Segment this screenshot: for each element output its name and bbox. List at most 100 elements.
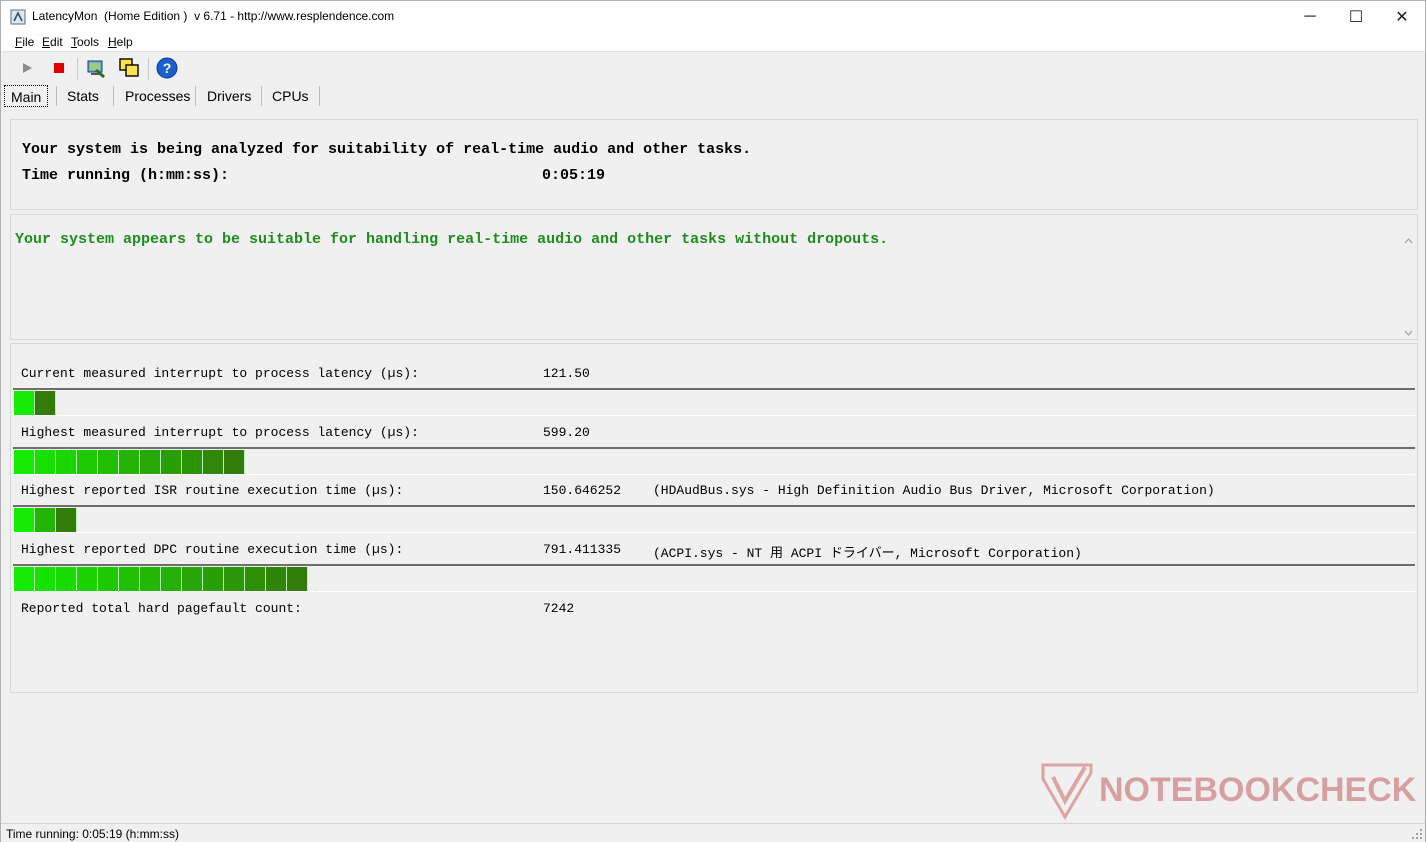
time-running-label: Time running (h:mm:ss):: [22, 167, 230, 184]
dpc-time-value: 791.411335: [543, 542, 622, 557]
highest-latency-label: Highest measured interrupt to process la…: [21, 425, 419, 440]
dpc-time-bar: [13, 564, 1415, 592]
current-latency-value: 121.50: [543, 366, 590, 381]
status-bar: Time running: 0:05:19 (h:mm:ss): [1, 823, 1425, 842]
minimize-button[interactable]: ─: [1287, 1, 1333, 32]
bar-segment: [203, 450, 224, 474]
stop-icon: [54, 63, 64, 73]
analysis-message: Your system is being analyzed for suitab…: [22, 141, 752, 158]
analysis-panel: Your system is being analyzed for suitab…: [10, 119, 1418, 210]
bar-segment: [140, 567, 161, 591]
maximize-button[interactable]: ☐: [1333, 1, 1379, 32]
close-button[interactable]: ✕: [1379, 1, 1425, 32]
bar-segment: [224, 450, 245, 474]
pagefault-value: 7242: [543, 601, 575, 616]
tab-drivers[interactable]: Drivers: [201, 85, 257, 107]
bar-fill: [14, 450, 245, 474]
bar-segment: [266, 567, 287, 591]
bar-segment: [56, 508, 77, 532]
scrollbar-arrows: [1404, 238, 1413, 336]
bar-segment: [77, 450, 98, 474]
status-text: Time running: 0:05:19 (h:mm:ss): [6, 827, 179, 841]
current-latency-bar: [13, 388, 1415, 416]
bar-segment: [35, 450, 56, 474]
bar-segment: [56, 567, 77, 591]
bar-segment: [14, 391, 35, 415]
bar-segment: [35, 391, 56, 415]
toolbar-separator: [148, 58, 149, 80]
bar-fill: [14, 391, 56, 415]
tab-stats[interactable]: Stats: [61, 85, 105, 107]
resize-grip-icon[interactable]: [1411, 828, 1423, 840]
bar-segment: [224, 567, 245, 591]
windows-icon: [119, 58, 139, 77]
bar-segment: [98, 450, 119, 474]
tab-processes[interactable]: Processes: [119, 85, 196, 107]
isr-time-label: Highest reported ISR routine execution t…: [21, 483, 404, 498]
bar-segment: [14, 567, 35, 591]
time-running-value: 0:05:19: [542, 167, 606, 184]
tab-cpus[interactable]: CPUs: [266, 85, 315, 107]
play-icon: [23, 63, 32, 73]
bar-segment: [182, 450, 203, 474]
stop-button[interactable]: [46, 56, 72, 80]
verdict-panel: Your system appears to be suitable for h…: [10, 214, 1418, 340]
current-latency-label: Current measured interrupt to process la…: [21, 366, 419, 381]
verdict-message: Your system appears to be suitable for h…: [15, 231, 889, 248]
tab-separator: [195, 86, 196, 106]
bar-segment: [35, 508, 56, 532]
isr-time-bar: [13, 505, 1415, 533]
menu-bar: File Edit Tools Help: [1, 32, 1425, 52]
highest-latency-value: 599.20: [543, 425, 590, 440]
close-icon: ✕: [1395, 8, 1409, 26]
toolbar: ?: [1, 53, 1425, 83]
bar-segment: [77, 567, 98, 591]
menu-file[interactable]: File: [15, 35, 34, 49]
bar-segment: [98, 567, 119, 591]
menu-edit[interactable]: Edit: [42, 35, 63, 49]
title-bar[interactable]: LatencyMon (Home Edition ) v 6.71 - http…: [1, 1, 1425, 32]
bar-segment: [14, 450, 35, 474]
dpc-driver-detail: (ACPI.sys - NT 用 ACPI ドライバー, Microsoft C…: [653, 546, 1082, 561]
isr-time-value: 150.646252: [543, 483, 622, 498]
menu-tools[interactable]: Tools: [71, 35, 99, 49]
verdict-scrollbar[interactable]: [1400, 231, 1417, 343]
bar-fill: [14, 508, 77, 532]
help-icon: ?: [156, 57, 178, 79]
bar-segment: [245, 567, 266, 591]
bar-segment: [14, 508, 35, 532]
analyze-button[interactable]: [83, 56, 109, 80]
tab-main[interactable]: Main: [4, 85, 49, 107]
minimize-icon: ─: [1304, 7, 1316, 25]
bar-segment: [140, 450, 161, 474]
bar-segment: [35, 567, 56, 591]
help-button[interactable]: ?: [154, 56, 180, 80]
isr-driver-detail: (HDAudBus.sys - High Definition Audio Bu…: [653, 483, 1215, 498]
dpc-time-label: Highest reported DPC routine execution t…: [21, 542, 404, 557]
bar-segment: [161, 567, 182, 591]
notebookcheck-watermark: NOTEBOOKCHECK: [1041, 763, 1417, 820]
highest-latency-bar: [13, 447, 1415, 475]
tab-bar: Main Stats Processes Drivers CPUs: [1, 83, 1425, 109]
bar-fill: [14, 567, 308, 591]
latencymon-window: LatencyMon (Home Edition ) v 6.71 - http…: [0, 0, 1426, 842]
bar-segment: [203, 567, 224, 591]
bar-segment: [182, 567, 203, 591]
tab-separator: [113, 86, 114, 106]
pagefault-label: Reported total hard pagefault count:: [21, 601, 302, 616]
windows-button[interactable]: [116, 56, 142, 80]
menu-help[interactable]: Help: [108, 35, 133, 49]
tab-separator: [319, 86, 320, 106]
bar-segment: [161, 450, 182, 474]
window-title: LatencyMon (Home Edition ) v 6.71 - http…: [32, 9, 395, 23]
bar-segment: [119, 450, 140, 474]
bar-segment: [56, 450, 77, 474]
tab-separator: [56, 86, 57, 106]
toolbar-separator: [77, 58, 78, 80]
tab-separator: [261, 86, 262, 106]
start-button[interactable]: [14, 56, 40, 80]
maximize-icon: ☐: [1348, 8, 1364, 26]
watermark-text: NOTEBOOKCHECK: [1099, 771, 1417, 809]
analyze-icon: [87, 60, 105, 79]
bar-segment: [287, 567, 308, 591]
